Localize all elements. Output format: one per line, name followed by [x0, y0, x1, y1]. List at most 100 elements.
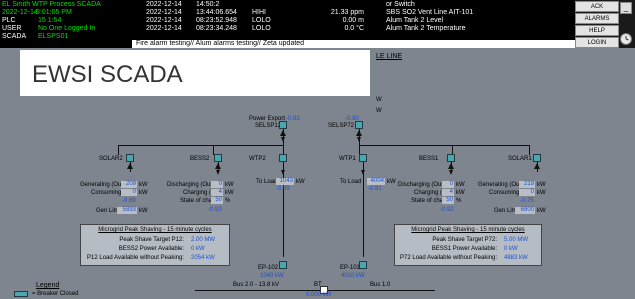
bess2-label: BESS2: [190, 156, 210, 162]
alarm-type: LOLO: [252, 17, 271, 24]
bess-available-value: 0 kW: [191, 246, 205, 252]
panel-title: Microgrid Peak Shaving - 15 minute cycle…: [411, 227, 525, 233]
alarm-desc: SBS SO2 Vent Line AIT-101: [386, 9, 474, 16]
soc-value: 50: [442, 197, 454, 204]
scada-value: ELSPS01: [38, 33, 69, 40]
alarm-value: 0.00 m: [342, 17, 364, 24]
unit: %: [456, 198, 462, 204]
alarm-date: 2022-12-14: [146, 9, 182, 16]
link-line: [529, 145, 530, 155]
consuming-value: 0: [519, 189, 535, 196]
unit: kW: [537, 182, 546, 188]
ep102-label: EP-102: [258, 265, 279, 271]
flow-arrow-icon: [216, 170, 220, 175]
bess1-node[interactable]: [447, 154, 455, 162]
unit: kW: [387, 179, 396, 185]
solar2-label: SOLAR2: [99, 156, 123, 162]
peak-target-value: 2.00 MW: [191, 237, 216, 243]
to-load-label: To Load: [340, 179, 362, 185]
alarm-time: 08:23:52.948: [196, 17, 237, 24]
gen-out-value: 209: [121, 181, 137, 188]
gen-out-label: Generating (Out): [80, 182, 126, 188]
legend-title: Legend: [36, 282, 60, 289]
link-line: [363, 162, 364, 257]
minimize-button[interactable]: _: [620, 2, 632, 14]
peak-target-label: Peak Shave Target P12:: [119, 237, 184, 243]
peak-shaving-panel-left: Microgrid Peak Shaving - 15 minute cycle…: [80, 224, 230, 266]
peak-target-value: 5.00 MW: [504, 237, 529, 243]
consuming-value: 0: [121, 189, 137, 196]
power-factor-value: -0.91: [368, 186, 382, 192]
bus-line: [359, 145, 529, 146]
diagram-header: LE LINE: [376, 53, 403, 60]
unit: kW: [225, 190, 234, 196]
unit: kW: [139, 190, 148, 196]
ack-button[interactable]: ACK: [575, 1, 619, 12]
power-factor-value: -0.93: [208, 207, 222, 213]
link-line: [118, 145, 119, 155]
title-overlay: EWSI SCADA: [20, 50, 370, 96]
ep101-node[interactable]: [359, 261, 367, 269]
gen-out-label: Generating (Out): [478, 182, 524, 188]
peak-shaving-panel-right: Microgrid Peak Shaving - 15 minute cycle…: [394, 224, 542, 266]
alarm-type: LOLO: [252, 25, 271, 32]
message-ticker: Fire alarm testing// Alum alarms testing…: [132, 40, 579, 48]
bess2-node[interactable]: [214, 154, 222, 162]
status-time: 3:01:05 PM: [36, 9, 72, 16]
ep102-value: 1040 kW: [260, 273, 284, 279]
gen-limit-value: 6800: [515, 207, 535, 214]
bus-line: [118, 145, 284, 146]
bus2-label: Bus 2.0 - 13.8 kV: [233, 282, 280, 288]
alarm-time: 13:44:06.654: [196, 9, 237, 16]
flow-arrow-icon: [361, 170, 365, 175]
power-factor-value: -0.69: [122, 198, 136, 204]
status-date: 2022-12-14: [2, 9, 38, 16]
unit: kW: [456, 190, 465, 196]
wtp2-node[interactable]: [279, 154, 287, 162]
flow-arrow-icon: [281, 170, 285, 175]
unit: kW: [456, 182, 465, 188]
plant-name: EL Smith WTP Process SCADA: [2, 1, 101, 8]
flow-arrow-icon: [280, 130, 286, 136]
discharging-label: Discharging (Out): [167, 182, 215, 188]
selsp12-value: -0.93: [286, 116, 300, 122]
login-button[interactable]: LOGIN: [575, 37, 619, 48]
panel-title: Microgrid Peak Shaving - 15 minute cycle…: [98, 227, 212, 233]
alarm-date: 2022-12-14: [146, 25, 182, 32]
alarms-button[interactable]: ALARMS: [575, 13, 619, 24]
clock-icon[interactable]: [620, 33, 632, 45]
alarm-value: 0.0 °C: [344, 25, 364, 32]
unit: kW: [537, 190, 546, 196]
gen-limit-value: 5893: [117, 207, 137, 214]
bess-available-label: BESS1 Power Available:: [431, 246, 497, 252]
alarm-desc: Alum Tank 2 Level: [386, 17, 444, 24]
unit: kW: [139, 182, 148, 188]
unit: kW: [225, 182, 234, 188]
soc-value: 50: [211, 197, 223, 204]
wtp1-node[interactable]: [359, 154, 367, 162]
selsp72-label: SELSP72: [328, 123, 355, 129]
bess-available-label: BESS2 Power Available:: [118, 246, 184, 252]
solar2-node[interactable]: [126, 154, 134, 162]
solar1-label: SOLAR1: [508, 156, 532, 162]
power-factor-value: -0.92: [440, 207, 454, 213]
main-bus: [195, 290, 435, 291]
bess1-label: BESS1: [419, 156, 439, 162]
wtp1-label: WTP1: [339, 156, 356, 162]
solar1-node[interactable]: [533, 154, 541, 162]
user-value: No One Logged In: [38, 25, 96, 32]
selsp12-label: SELSP12: [255, 123, 282, 129]
alarm-value: 21.33 ppm: [330, 9, 364, 16]
alarm-desc: Alum Tank 2 Temperature: [386, 25, 466, 32]
charging-value: 4: [211, 189, 223, 196]
wtp2-label: WTP2: [249, 156, 266, 162]
selsp12-node[interactable]: [279, 121, 287, 129]
selsp72-node[interactable]: [355, 121, 363, 129]
user-label: USER: [2, 25, 22, 32]
flow-arrow-icon: [448, 163, 454, 169]
ep102-node[interactable]: [279, 261, 287, 269]
link-line: [283, 137, 284, 145]
link-line: [359, 137, 360, 145]
value-fragment: W: [376, 97, 382, 103]
help-button[interactable]: HELP: [575, 25, 619, 36]
